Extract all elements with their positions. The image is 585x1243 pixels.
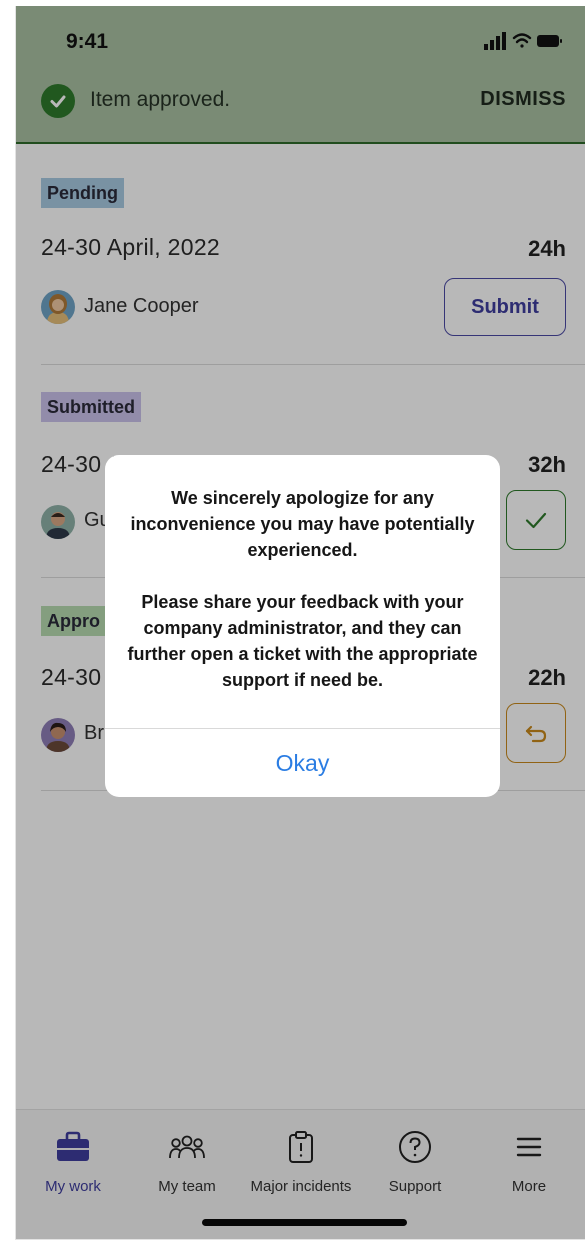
alert-message-1: We sincerely apologize for any inconveni… (130, 488, 475, 560)
alert-dialog: We sincerely apologize for any inconveni… (105, 455, 500, 797)
okay-button[interactable]: Okay (105, 729, 500, 797)
alert-message-2: Please share your feedback with your com… (127, 592, 478, 690)
phone-screen: 9:41 Item approved. DISMISS Pending 24-3… (15, 6, 585, 1240)
